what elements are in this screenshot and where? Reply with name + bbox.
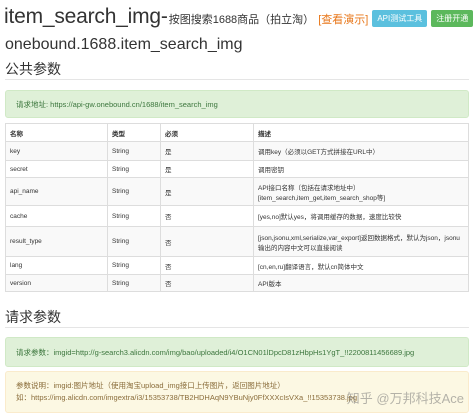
cell-name: version (5, 274, 108, 292)
cell-name: secret (5, 160, 108, 178)
cell-name: result_type (5, 226, 108, 257)
table-row: version String 否 API版本 (5, 274, 469, 292)
cell-desc: 调用key（必须以GET方式拼接在URL中） (253, 141, 469, 161)
cell-desc: [yes,no]默认yes，将调用缓存的数据，速度比较快 (253, 205, 469, 227)
table-row: result_type String 否 [json,jsonu,xml,ser… (5, 226, 469, 257)
cell-desc: API版本 (253, 274, 469, 292)
request-url-text: 请求地址: https://api-gw.onebound.cn/1688/it… (16, 99, 218, 109)
page-subtitle: 按图搜索1688商品（拍立淘） (168, 14, 315, 26)
cell-required: 是 (160, 177, 254, 206)
cell-name: lang (5, 256, 108, 275)
cell-required: 否 (160, 226, 254, 257)
params-table: 名称 类型 必须 描述 key String 是 调用key（必须以GET方式拼… (5, 123, 469, 292)
param-desc-line1: 参数说明：imgid:图片地址（使用淘宝upload_img接口上传图片，返回图… (16, 381, 285, 390)
col-header-desc: 描述 (253, 123, 469, 142)
cell-desc: [json,jsonu,xml,serialize,var_export]返回数… (253, 226, 469, 257)
cell-required: 否 (160, 274, 254, 292)
api-name-heading: onebound.1688.item_search_img (5, 36, 243, 53)
table-row: key String 是 调用key（必须以GET方式拼接在URL中） (5, 141, 469, 161)
page-header: item_search_img- 按图搜索1688商品（拍立淘） [查看演示] … (4, 4, 474, 30)
request-url-alert: 请求地址: https://api-gw.onebound.cn/1688/it… (5, 90, 469, 118)
cell-required: 是 (160, 141, 254, 161)
cell-desc: [cn,en,ru]翻译语言，默认cn简体中文 (253, 256, 469, 275)
cell-type: String (107, 205, 161, 227)
cell-name: cache (5, 205, 108, 227)
cell-type: String (107, 274, 161, 292)
cell-type: String (107, 226, 161, 257)
request-params-alert: 请求参数：imgid=http://g-search3.alicdn.com/i… (5, 337, 469, 367)
table-header-row: 名称 类型 必须 描述 (5, 123, 469, 142)
table-row: api_name String 是 API接口名称（包括在请求地址中）[item… (5, 177, 469, 206)
cell-name: api_name (5, 177, 108, 206)
cell-desc: API接口名称（包括在请求地址中）[item_search,item_get,i… (253, 177, 469, 206)
cell-type: String (107, 141, 161, 161)
cell-required: 否 (160, 256, 254, 275)
cell-name: key (5, 141, 108, 161)
table-row: cache String 否 [yes,no]默认yes，将调用缓存的数据，速度… (5, 205, 469, 227)
view-demo-link[interactable]: [查看演示] (318, 11, 368, 27)
col-header-type: 类型 (107, 123, 161, 142)
cell-required: 否 (160, 205, 254, 227)
register-button[interactable]: 注册开通 (431, 9, 474, 27)
watermark-text: 知乎 @万邦科技Ace (346, 391, 464, 406)
cell-type: String (107, 160, 161, 178)
section-divider (5, 79, 469, 80)
public-params-heading: 公共参数 (5, 61, 61, 77)
table-row: lang String 否 [cn,en,ru]翻译语言，默认cn简体中文 (5, 256, 469, 275)
page-title: item_search_img- (4, 5, 168, 28)
cell-desc: 调用密钥 (253, 160, 469, 178)
col-header-required: 必须 (160, 123, 254, 142)
section-divider (5, 327, 469, 328)
param-desc-line2: 如：https://img.alicdn.com/imgextra/i3/153… (16, 393, 358, 402)
table-row: secret String 是 调用密钥 (5, 160, 469, 178)
request-params-text: 请求参数：imgid=http://g-search3.alicdn.com/i… (16, 347, 415, 357)
col-header-name: 名称 (5, 123, 108, 142)
cell-type: String (107, 177, 161, 206)
request-params-heading: 请求参数 (5, 309, 61, 325)
cell-type: String (107, 256, 161, 275)
cell-required: 是 (160, 160, 254, 178)
api-test-tool-button[interactable]: API测试工具 (372, 9, 428, 27)
